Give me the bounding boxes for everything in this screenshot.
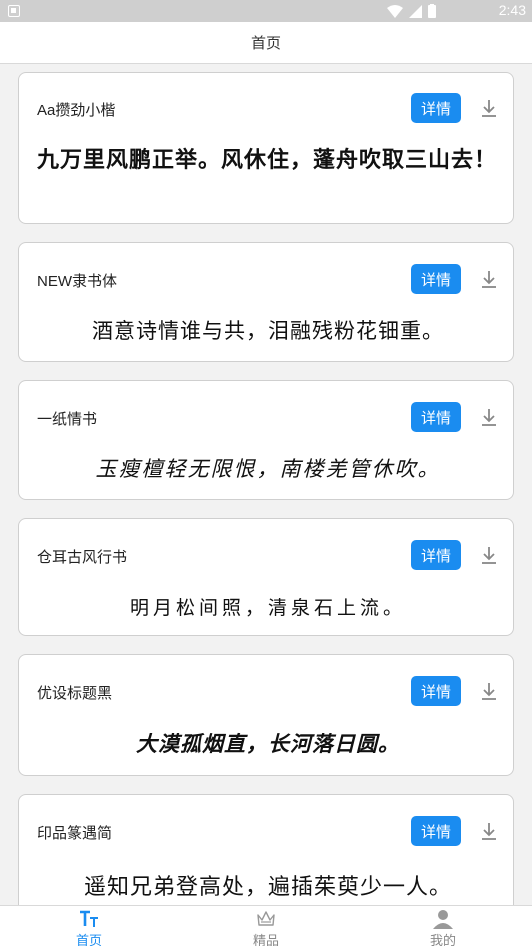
tab-premium[interactable]: 精品 <box>206 906 326 946</box>
font-sample: 遥知兄弟登高处，遍插茱萸少一人。 <box>83 875 452 900</box>
font-sample: 玉瘦檀轻无限恨，南楼羌管休吹。 <box>95 457 441 481</box>
tab-label: 精品 <box>252 934 279 946</box>
font-name: 仓耳古风行书 <box>37 549 128 566</box>
wifi-icon <box>387 4 403 18</box>
font-card[interactable]: 印品篆遇简 详情 遥知兄弟登高处，遍插茱萸少一人。 <box>18 794 514 905</box>
battery-icon <box>428 4 436 18</box>
font-name: 优设标题黑 <box>37 685 113 702</box>
download-icon[interactable] <box>477 679 501 703</box>
detail-button[interactable]: 详情 <box>411 93 461 123</box>
download-icon[interactable] <box>477 819 501 843</box>
font-card[interactable]: 优设标题黑 详情 大漠孤烟直，长河落日圆。 <box>18 654 514 776</box>
signal-icon <box>409 4 422 18</box>
status-bar: 2:43 <box>0 0 532 22</box>
status-time: 2:43 <box>498 2 526 18</box>
font-card[interactable]: Aa攒劲小楷 详情 九万里风鹏正举。风休住，蓬舟吹取三山去！ <box>18 72 514 224</box>
tab-home[interactable]: 首页 <box>29 906 149 946</box>
font-card[interactable]: NEW隶书体 详情 酒意诗情谁与共，泪融残粉花钿重。 <box>18 242 514 362</box>
font-card[interactable]: 仓耳古风行书 详情 明月松间照，清泉石上流。 <box>18 518 514 636</box>
tab-mine[interactable]: 我的 <box>383 906 503 946</box>
font-size-icon <box>80 910 98 927</box>
detail-button[interactable]: 详情 <box>411 402 461 432</box>
font-sample: 大漠孤烟直，长河落日圆。 <box>136 732 400 756</box>
page-title: 首页 <box>250 34 281 52</box>
tab-label: 首页 <box>75 934 102 946</box>
font-card[interactable]: 一纸情书 详情 玉瘦檀轻无限恨，南楼羌管休吹。 <box>18 380 514 500</box>
download-icon[interactable] <box>477 543 501 567</box>
font-sample: 九万里风鹏正举。风休住，蓬舟吹取三山去！ <box>37 147 498 173</box>
crown-icon <box>257 911 275 926</box>
detail-button[interactable]: 详情 <box>411 264 461 294</box>
download-icon[interactable] <box>477 405 501 429</box>
tab-label: 我的 <box>429 934 456 946</box>
user-icon <box>433 910 453 929</box>
font-name: NEW隶书体 <box>37 273 117 290</box>
download-icon[interactable] <box>477 96 501 120</box>
detail-button[interactable]: 详情 <box>411 676 461 706</box>
font-list[interactable]: Aa攒劲小楷 详情 九万里风鹏正举。风休住，蓬舟吹取三山去！ NEW隶书体 详情… <box>0 64 532 905</box>
status-icons <box>387 4 436 18</box>
font-name: Aa攒劲小楷 <box>37 102 116 119</box>
detail-button[interactable]: 详情 <box>411 816 461 846</box>
font-sample: 酒意诗情谁与共，泪融残粉花钿重。 <box>92 319 444 343</box>
download-icon[interactable] <box>477 267 501 291</box>
notification-icon <box>8 5 20 17</box>
font-sample: 明月松间照，清泉石上流。 <box>129 597 406 619</box>
app-bar: 首页 <box>0 22 532 64</box>
font-name: 一纸情书 <box>37 411 98 428</box>
detail-button[interactable]: 详情 <box>411 540 461 570</box>
bottom-tab-bar: 首页 精品 我的 <box>0 905 532 946</box>
font-name: 印品篆遇简 <box>37 825 113 842</box>
